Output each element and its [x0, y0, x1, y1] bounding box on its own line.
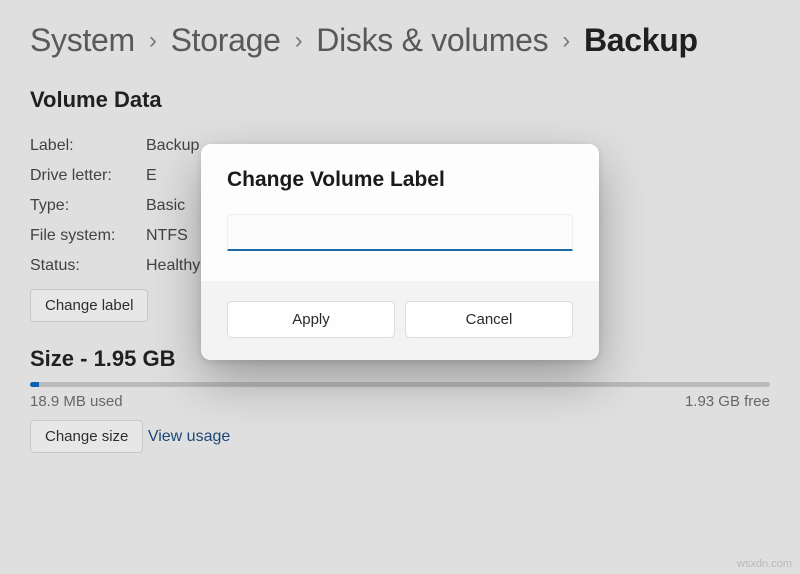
change-volume-label-dialog: Change Volume Label Apply Cancel — [201, 144, 599, 360]
dialog-title: Change Volume Label — [227, 168, 573, 192]
cancel-button[interactable]: Cancel — [405, 301, 573, 338]
dialog-actions: Apply Cancel — [201, 281, 599, 360]
volume-label-input[interactable] — [227, 214, 573, 251]
dialog-body: Change Volume Label — [201, 144, 599, 281]
watermark: wsxdn.com — [737, 558, 792, 570]
modal-overlay: Change Volume Label Apply Cancel — [0, 0, 800, 574]
apply-button[interactable]: Apply — [227, 301, 395, 338]
